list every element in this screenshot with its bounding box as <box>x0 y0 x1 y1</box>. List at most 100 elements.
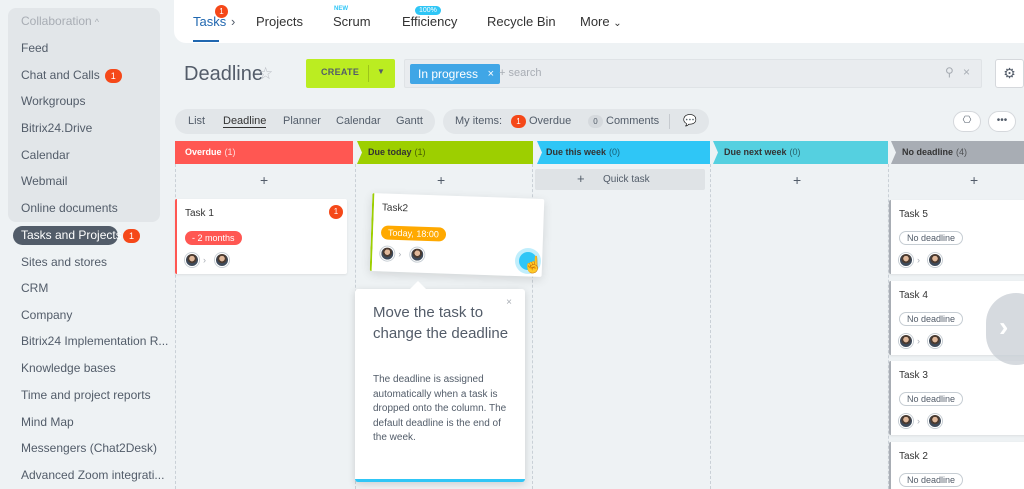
avatar[interactable] <box>380 246 395 261</box>
column-count: (4) <box>956 147 968 157</box>
view-list[interactable]: List <box>188 115 205 127</box>
chevron-right-icon: › <box>999 311 1009 342</box>
filter-search-box[interactable]: In progress × + search ⚲ × <box>404 59 982 88</box>
deadline-badge[interactable]: No deadline <box>899 473 964 487</box>
deadline-badge[interactable]: No deadline <box>899 312 964 326</box>
chevron-right-icon[interactable]: › <box>231 14 235 29</box>
tasks-counter-badge: 1 <box>215 5 228 18</box>
sidebar-item-label: Time and project reports <box>21 388 151 402</box>
sidebar-item-online-documents[interactable]: Online documents <box>21 198 118 218</box>
task-title[interactable]: Task 3 <box>899 370 928 381</box>
sidebar-item-tasks-and-projects[interactable]: Tasks and Projects <box>21 225 122 245</box>
sidebar-item-company[interactable]: Company <box>21 305 72 325</box>
sidebar-item-workgroups[interactable]: Workgroups <box>21 91 85 111</box>
add-task-button[interactable]: + <box>260 172 268 188</box>
task-card-task-5[interactable]: Task 5 No deadline › <box>889 200 1024 274</box>
sidebar-item-knowledge-bases[interactable]: Knowledge bases <box>21 358 116 378</box>
counter-badge: 1 <box>123 229 140 243</box>
avatar[interactable] <box>410 247 425 262</box>
avatar[interactable] <box>899 253 913 267</box>
comment-counter-badge: 1 <box>329 205 343 219</box>
task-card-task2-dragging[interactable]: Task2 Today, 18:00 › <box>369 193 545 277</box>
sidebar-item-label: Bitrix24 Implementation R... <box>21 334 169 348</box>
sidebar-item-calendar[interactable]: Calendar <box>21 145 70 165</box>
deadline-badge[interactable]: - 2 months <box>185 231 242 245</box>
sidebar-item-feed[interactable]: Feed <box>21 38 48 58</box>
tooltip-body: The deadline is assigned automatically w… <box>373 374 507 443</box>
avatar[interactable] <box>928 414 942 428</box>
sidebar-item-mind-map[interactable]: Mind Map <box>21 412 74 432</box>
task-title[interactable]: Task2 <box>382 202 408 214</box>
task-card-task-2[interactable]: Task 2 No deadline <box>889 442 1024 489</box>
active-tab-underline <box>193 40 219 42</box>
tab-recycle-bin[interactable]: Recycle Bin <box>487 14 556 29</box>
view-gantt[interactable]: Gantt <box>396 115 423 127</box>
sidebar-item-time-reports[interactable]: Time and project reports <box>21 385 151 405</box>
add-task-button[interactable]: + <box>793 172 801 188</box>
task-title[interactable]: Task 4 <box>899 290 928 301</box>
avatar[interactable] <box>899 414 913 428</box>
chevron-down-icon[interactable]: ▼ <box>377 67 385 76</box>
filter-chip[interactable]: In progress × <box>410 64 501 84</box>
column-overdue: Overdue (1) <box>175 141 236 164</box>
add-task-button[interactable]: + <box>970 172 978 188</box>
sidebar-item-label: Calendar <box>21 148 70 162</box>
comments-counter[interactable]: 0 <box>588 115 603 128</box>
view-deadline[interactable]: Deadline <box>223 115 267 128</box>
task-card-task-3[interactable]: Task 3 No deadline › <box>889 361 1024 435</box>
task-title[interactable]: Task 1 <box>185 208 214 219</box>
chevron-right-icon: › <box>917 336 920 346</box>
sidebar-item-drive[interactable]: Bitrix24.Drive <box>21 118 92 138</box>
sidebar-item-label: Company <box>21 308 73 322</box>
task-title[interactable]: Task 2 <box>899 451 928 462</box>
robot-icon[interactable]: ⎔ <box>953 111 981 132</box>
overdue-filter[interactable]: Overdue <box>529 115 571 127</box>
tab-projects[interactable]: Projects <box>256 14 303 29</box>
sidebar-group-label: Collaboration <box>21 14 92 28</box>
avatar[interactable] <box>928 334 942 348</box>
clear-icon[interactable]: × <box>963 65 970 79</box>
column-title: Due today <box>368 147 412 157</box>
sidebar-item-chat-and-calls[interactable]: Chat and Calls 1 <box>21 65 122 85</box>
sidebar-item-messengers[interactable]: Messengers (Chat2Desk) <box>21 438 157 458</box>
deadline-badge[interactable]: No deadline <box>899 392 964 406</box>
sidebar-group-title[interactable]: Collaboration ^ <box>21 11 99 31</box>
sidebar-item-webmail[interactable]: Webmail <box>21 171 67 191</box>
sidebar-item-crm[interactable]: CRM <box>21 278 48 298</box>
sidebar-item-label: Feed <box>21 41 49 55</box>
sidebar-item-label: Mind Map <box>21 415 74 429</box>
task-card-task-1[interactable]: Task 1 1 - 2 months › <box>175 199 347 274</box>
sidebar-item-implementation[interactable]: Bitrix24 Implementation R... <box>21 331 168 351</box>
task-title[interactable]: Task 5 <box>899 209 928 220</box>
avatar[interactable] <box>215 253 229 267</box>
chevron-right-icon: › <box>917 416 920 426</box>
tab-more[interactable]: More ⌄ <box>580 14 622 29</box>
add-task-button[interactable]: + <box>437 172 445 188</box>
deadline-badge[interactable]: Today, 18:00 <box>380 225 447 242</box>
view-calendar[interactable]: Calendar <box>336 115 381 127</box>
star-icon[interactable]: ☆ <box>258 64 273 84</box>
gear-icon[interactable]: ⚙ <box>995 59 1024 88</box>
sidebar-item-zoom[interactable]: Advanced Zoom integrati... <box>21 465 164 485</box>
avatar[interactable] <box>899 334 913 348</box>
deadline-badge[interactable]: No deadline <box>899 231 964 245</box>
search-input[interactable]: + search <box>499 67 542 79</box>
column-due-next-week: Due next week (0) <box>714 141 801 164</box>
sidebar-item-label: Webmail <box>21 174 68 188</box>
overdue-counter[interactable]: 1 <box>511 115 526 128</box>
search-icon[interactable]: ⚲ <box>945 65 954 79</box>
more-icon[interactable]: ••• <box>988 111 1016 132</box>
view-planner[interactable]: Planner <box>283 115 321 127</box>
tab-efficiency[interactable]: Efficiency <box>402 14 457 29</box>
comments-filter[interactable]: Comments <box>606 115 659 127</box>
quick-task-label: Quick task <box>603 174 650 185</box>
chat-icon[interactable]: 💬 <box>683 114 697 127</box>
sidebar-item-sites-and-stores[interactable]: Sites and stores <box>21 252 107 272</box>
create-button[interactable]: CREATE ▼ <box>306 59 395 88</box>
column-no-deadline: No deadline (4) <box>892 141 967 164</box>
quick-task-button[interactable]: + Quick task <box>535 169 705 190</box>
close-icon[interactable]: × <box>488 64 494 84</box>
avatar[interactable] <box>185 253 199 267</box>
tab-scrum[interactable]: Scrum <box>333 14 371 29</box>
avatar[interactable] <box>928 253 942 267</box>
